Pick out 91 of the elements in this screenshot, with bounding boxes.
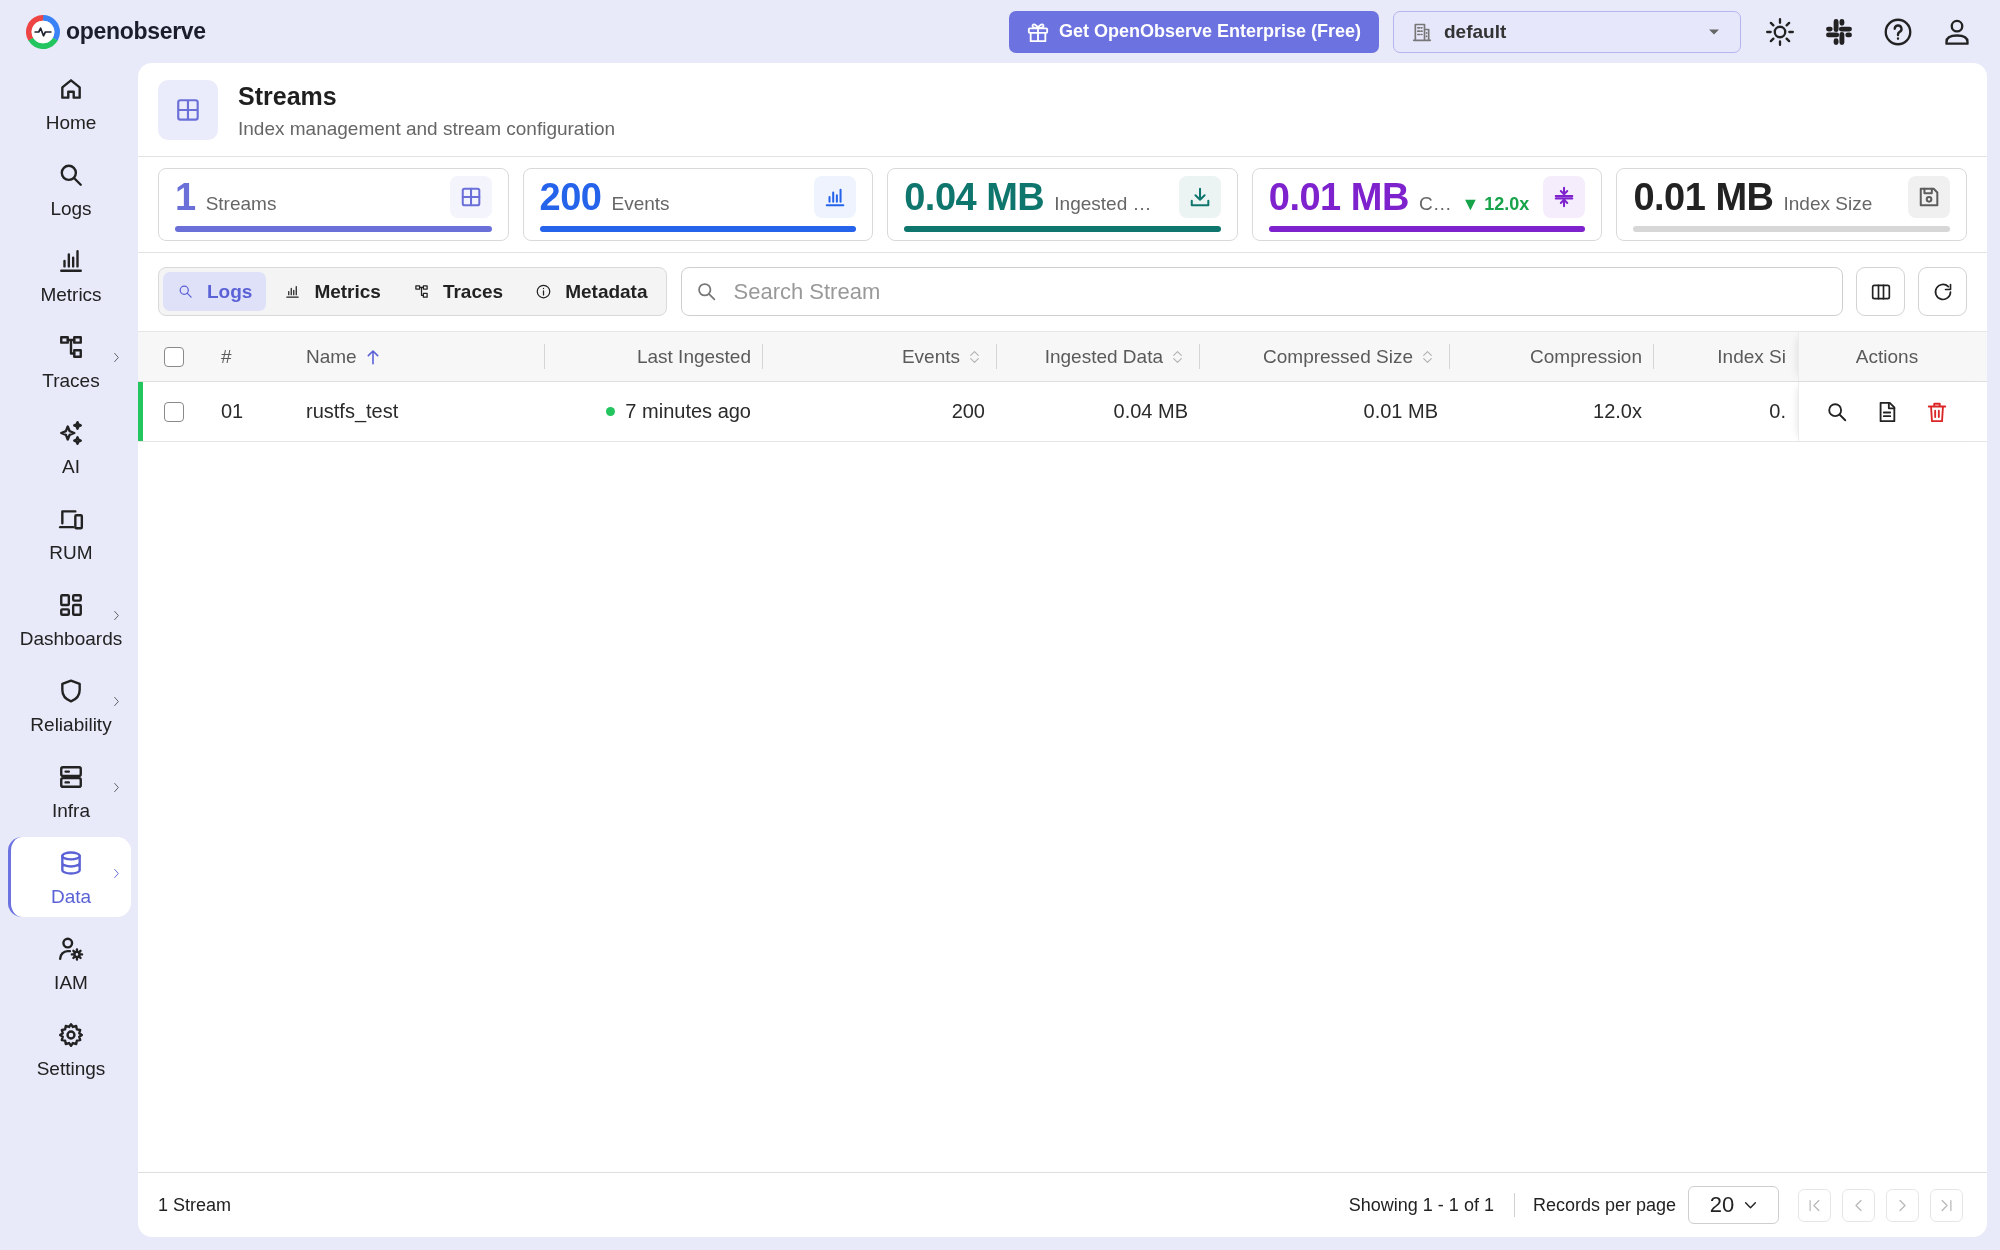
sun-icon (1766, 17, 1794, 46)
server-icon (58, 764, 84, 790)
nodes-icon (58, 334, 84, 360)
sidebar-item[interactable]: AI (8, 407, 131, 487)
trash-icon (1926, 400, 1948, 423)
brand-name: openobserve (66, 18, 206, 45)
enterprise-button[interactable]: Get OpenObserve Enterprise (Free) (1009, 10, 1379, 53)
table-cell: 7 minutes ago (625, 400, 751, 423)
gift-icon (1027, 20, 1049, 43)
column-header[interactable]: Events (901, 345, 960, 368)
stat-value: 200 (539, 175, 602, 220)
column-header: # (221, 345, 232, 368)
sidebar-item[interactable]: Metrics (8, 235, 131, 315)
records-per-page-label: Records per page (1532, 1194, 1676, 1216)
search-icon (695, 281, 717, 302)
tab[interactable]: Metadata (521, 272, 662, 311)
sidebar-item[interactable]: Settings (8, 1009, 131, 1089)
columns-button[interactable] (1856, 267, 1905, 316)
checkbox[interactable] (164, 346, 184, 367)
sidebar-item[interactable]: Traces (8, 321, 131, 401)
info-icon (536, 284, 552, 299)
sidebar-item[interactable]: IAM (8, 923, 131, 1003)
stat-value: 0.04 MB (904, 175, 1045, 220)
table-cell: 01 (221, 400, 244, 423)
table-cell: 0.01 MB (1363, 400, 1438, 423)
stat-label: Index Size (1783, 193, 1873, 215)
search-icon (1826, 400, 1848, 423)
tab[interactable]: Metrics (270, 272, 395, 311)
stream-count: 1 Stream (158, 1194, 232, 1216)
sidebar-item[interactable]: Data (8, 837, 131, 917)
refresh-button[interactable] (1918, 267, 1967, 316)
settings-icon (58, 1022, 84, 1048)
sidebar-item[interactable]: Home (8, 63, 131, 143)
column-header: Compression (1530, 345, 1642, 368)
shield-icon (58, 678, 84, 704)
stat-value: 1 (175, 175, 196, 220)
column-header: Actions (1855, 345, 1919, 368)
search-icon (178, 284, 193, 299)
download-icon (1178, 176, 1221, 218)
first-page-icon (1807, 1197, 1822, 1213)
organization-select[interactable]: default (1393, 10, 1741, 53)
stat-label: Ingested … (1054, 193, 1152, 215)
column-header[interactable]: Compressed Size (1263, 345, 1413, 368)
table-cell: 12.0x (1593, 400, 1642, 423)
page-title: Streams (238, 80, 338, 111)
nodes-icon (413, 284, 429, 299)
trend-label: ▼ 12.0x (1461, 194, 1530, 215)
table-cell[interactable]: rustfs_test (306, 400, 399, 423)
stat-label: Events (611, 193, 670, 215)
grid-icon (158, 80, 218, 140)
table-cell: 0. (1769, 400, 1786, 423)
stat-label: C… (1418, 193, 1452, 215)
help-icon (1884, 17, 1912, 46)
database-icon (58, 850, 84, 876)
hash-icon (1825, 17, 1853, 46)
sidebar-item[interactable]: Dashboards (8, 579, 131, 659)
table-cell: 200 (951, 400, 985, 423)
pagination-summary: Showing 1 - 1 of 1 (1348, 1194, 1494, 1216)
page-subtitle: Index management and stream configuration (238, 117, 616, 140)
bar-chart-icon (814, 176, 857, 218)
checkbox[interactable] (164, 401, 184, 422)
grid-icon (449, 176, 492, 218)
sparkle-icon (58, 420, 84, 446)
home-icon (58, 76, 84, 102)
stat-value: 0.01 MB (1268, 175, 1409, 220)
column-header: Index Si (1717, 345, 1786, 368)
refresh-icon (1932, 281, 1953, 302)
column-header[interactable]: Name (306, 345, 357, 368)
search-field[interactable]: Search Stream (680, 267, 1843, 316)
user-icon (1943, 17, 1971, 46)
logo-icon (26, 14, 60, 49)
compress-icon (1543, 176, 1586, 218)
bar-chart-icon (285, 284, 301, 299)
tab[interactable]: Logs (163, 272, 267, 311)
sidebar-item[interactable]: Reliability (8, 665, 131, 745)
search-icon (58, 162, 84, 188)
table-cell: 0.04 MB (1113, 400, 1188, 423)
column-header: Last Ingested (636, 345, 751, 368)
records-per-page-select[interactable]: 20 (1688, 1186, 1779, 1224)
building-icon (1412, 21, 1432, 42)
sidebar-item[interactable]: Infra (8, 751, 131, 831)
dashboard-icon (58, 592, 84, 618)
tab[interactable]: Traces (398, 272, 518, 311)
user-gear-icon (58, 936, 84, 962)
sidebar-item[interactable]: Logs (8, 149, 131, 229)
column-header[interactable]: Ingested Data (1044, 345, 1163, 368)
last-page-icon (1939, 1197, 1954, 1213)
stat-value: 0.01 MB (1633, 175, 1774, 220)
sidebar-item[interactable]: RUM (8, 493, 131, 573)
bar-chart-icon (58, 248, 84, 274)
stat-label: Streams (205, 193, 277, 215)
